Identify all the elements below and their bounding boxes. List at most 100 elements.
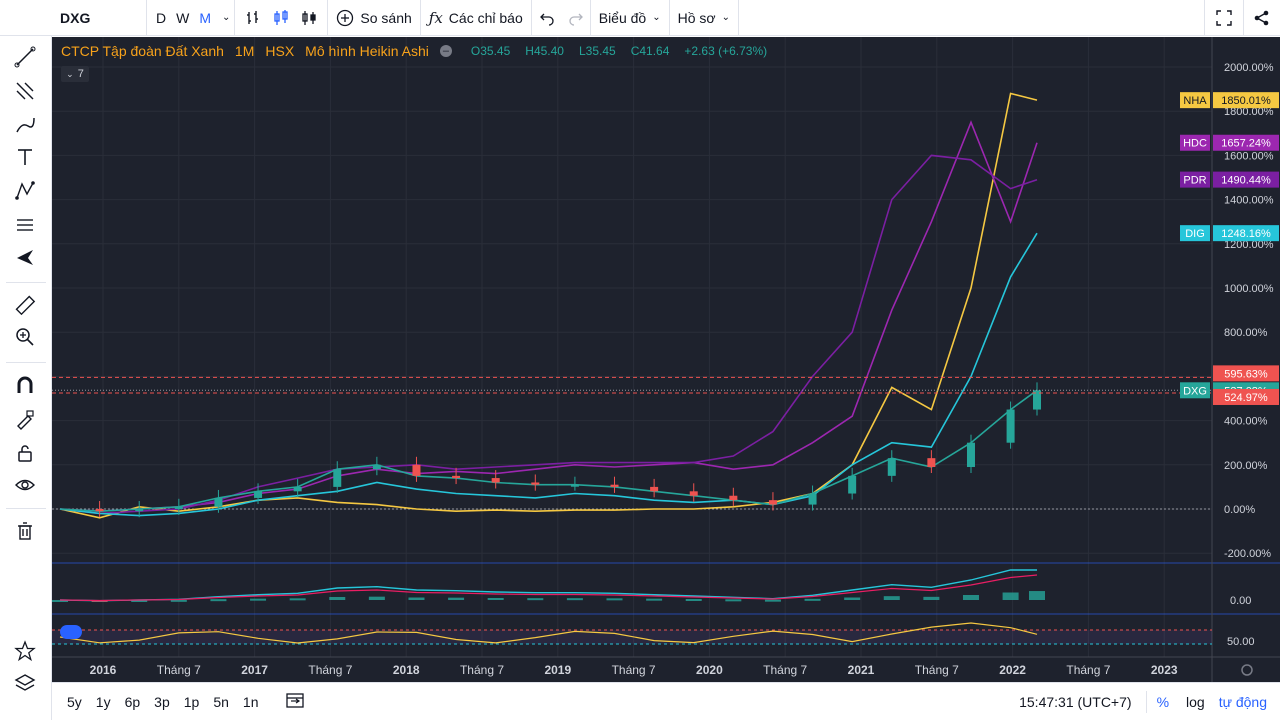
candle-body — [689, 491, 698, 496]
lock-drawing-icon[interactable] — [10, 404, 40, 434]
candle-body — [174, 506, 183, 509]
time-axis-label: Tháng 7 — [1066, 663, 1110, 677]
legend-open: O35.45 — [470, 44, 511, 58]
auto-scale-toggle[interactable]: tự động — [1212, 694, 1274, 710]
compare-button[interactable]: So sánh — [328, 0, 419, 36]
range-1y[interactable]: 1y — [89, 694, 118, 710]
range-3m[interactable]: 3p — [147, 694, 177, 710]
hollow-candles-icon[interactable] — [295, 0, 323, 36]
value-badge-label: 1657.24% — [1221, 138, 1271, 150]
indicators-label: Các chỉ báo — [448, 9, 523, 26]
zoom-in-icon[interactable] — [10, 322, 40, 352]
series-line-nha — [59, 92, 1038, 519]
time-axis-label: 2017 — [241, 663, 268, 677]
candle-body — [95, 509, 104, 512]
forecast-icon[interactable] — [10, 210, 40, 240]
ruler-icon[interactable] — [10, 290, 40, 320]
price-axis-label: 1000.00% — [1224, 283, 1274, 295]
clock-timezone[interactable]: 15:47:31 (UTC+7) — [1012, 694, 1145, 710]
collapsed-count: 7 — [77, 68, 84, 80]
compare-label: So sánh — [360, 9, 412, 26]
eye-icon[interactable] — [10, 470, 40, 500]
bottom-right-group: 15:47:31 (UTC+7) % log tự động — [1012, 683, 1274, 720]
trend-line-icon[interactable] — [10, 42, 40, 72]
divider — [6, 508, 46, 509]
profile-menu[interactable]: Hồ sơ ⌄ — [670, 0, 738, 36]
redo-icon[interactable] — [562, 0, 590, 36]
candles-icon[interactable] — [267, 0, 295, 36]
value-badge-label: 1850.01% — [1221, 95, 1271, 107]
log-scale-toggle[interactable]: log — [1179, 694, 1212, 710]
chevron-down-icon: ⌄ — [721, 12, 730, 23]
macd-histogram-bar — [844, 597, 861, 600]
macd-histogram-bar — [764, 599, 781, 602]
range-5d[interactable]: 5n — [206, 694, 236, 710]
candle-body — [1006, 409, 1015, 443]
candle-body — [570, 484, 579, 487]
range-6m[interactable]: 6p — [118, 694, 148, 710]
time-axis-label: 2022 — [999, 663, 1026, 677]
macd-histogram-bar — [210, 599, 227, 602]
shapes-icon[interactable] — [10, 242, 40, 272]
bars-icon[interactable] — [239, 0, 267, 36]
chart-canvas[interactable]: 2000.00%1800.00%1600.00%1400.00%1200.00%… — [52, 37, 1280, 682]
range-5y[interactable]: 5y — [60, 694, 89, 710]
macd-line — [59, 569, 1037, 602]
symbol-badge-label: NHA — [1183, 95, 1207, 107]
divider — [234, 0, 236, 36]
profile-label: Hồ sơ — [677, 9, 716, 26]
fullscreen-icon[interactable] — [1205, 0, 1243, 36]
divider — [737, 0, 739, 36]
price-axis-label: 0.00% — [1224, 504, 1255, 516]
layers-icon[interactable] — [10, 668, 40, 698]
symbol-search[interactable]: DXG — [0, 0, 146, 36]
range-1d[interactable]: 1n — [236, 694, 266, 710]
brush-icon[interactable] — [10, 110, 40, 140]
fib-tool-icon[interactable] — [10, 76, 40, 106]
star-icon[interactable] — [10, 636, 40, 666]
chevron-down-icon: ⌄ — [652, 12, 661, 23]
drawing-toolbar — [0, 0, 52, 720]
time-axis-label: 2021 — [848, 663, 875, 677]
percent-scale-toggle[interactable]: % — [1147, 694, 1179, 710]
symbol-badge-label: PDR — [1183, 175, 1206, 187]
series-line-hdc — [59, 120, 1038, 513]
macd-histogram-bar — [685, 599, 702, 601]
chevron-down-icon[interactable]: ⌄ — [222, 12, 230, 23]
undo-icon[interactable] — [532, 0, 562, 36]
goto-date-icon[interactable] — [279, 692, 311, 711]
bottom-toolbar: 5y 1y 6p 3p 1p 5n 1n 15:47:31 (UTC+7) % … — [52, 682, 1280, 720]
macd-histogram-bar — [527, 598, 544, 601]
interval-day[interactable]: D — [151, 10, 171, 26]
interval-week[interactable]: W — [171, 10, 194, 26]
range-1m[interactable]: 1p — [177, 694, 207, 710]
trash-icon[interactable] — [10, 516, 40, 546]
macd-histogram-bar — [368, 596, 385, 600]
gear-icon — [1241, 664, 1253, 676]
symbol-badge-label: DXG — [1183, 385, 1207, 397]
candle-body — [491, 478, 500, 483]
collapse-studies-button[interactable]: ⌄ 7 — [61, 66, 89, 82]
function-icon: ƒx — [428, 8, 443, 27]
legend-high: H45.40 — [525, 44, 564, 58]
legend-ohlc: O35.45 H45.40 L35.45 C41.64 +2.63 (+6.73… — [471, 44, 778, 58]
magnet-icon[interactable] — [10, 370, 40, 400]
time-axis-label: 2023 — [1151, 663, 1178, 677]
macd-histogram-bar — [289, 598, 306, 601]
candle-body — [927, 458, 936, 468]
chart-pane[interactable]: 2000.00% 1800.00% 1600.00% 1400.00% 1200.00%… — [52, 37, 1280, 682]
hide-legend-icon[interactable]: – — [439, 45, 452, 57]
price-axis-label: 1600.00% — [1224, 150, 1274, 162]
pattern-icon[interactable] — [10, 176, 40, 206]
price-axis-label: 200.00% — [1224, 460, 1268, 472]
chart-type-menu[interactable]: Biểu đồ ⌄ — [591, 0, 669, 36]
divider — [6, 282, 46, 283]
legend-change: +2.63 (+6.73%) — [684, 44, 768, 58]
macd-axis-label: 0.00 — [1230, 595, 1251, 607]
text-tool-icon[interactable] — [10, 142, 40, 172]
indicators-button[interactable]: ƒx Các chỉ báo — [421, 0, 531, 36]
time-axis-label: 2018 — [393, 663, 420, 677]
unlock-icon[interactable] — [10, 438, 40, 468]
interval-month[interactable]: M — [194, 10, 216, 26]
share-icon[interactable] — [1244, 0, 1280, 36]
